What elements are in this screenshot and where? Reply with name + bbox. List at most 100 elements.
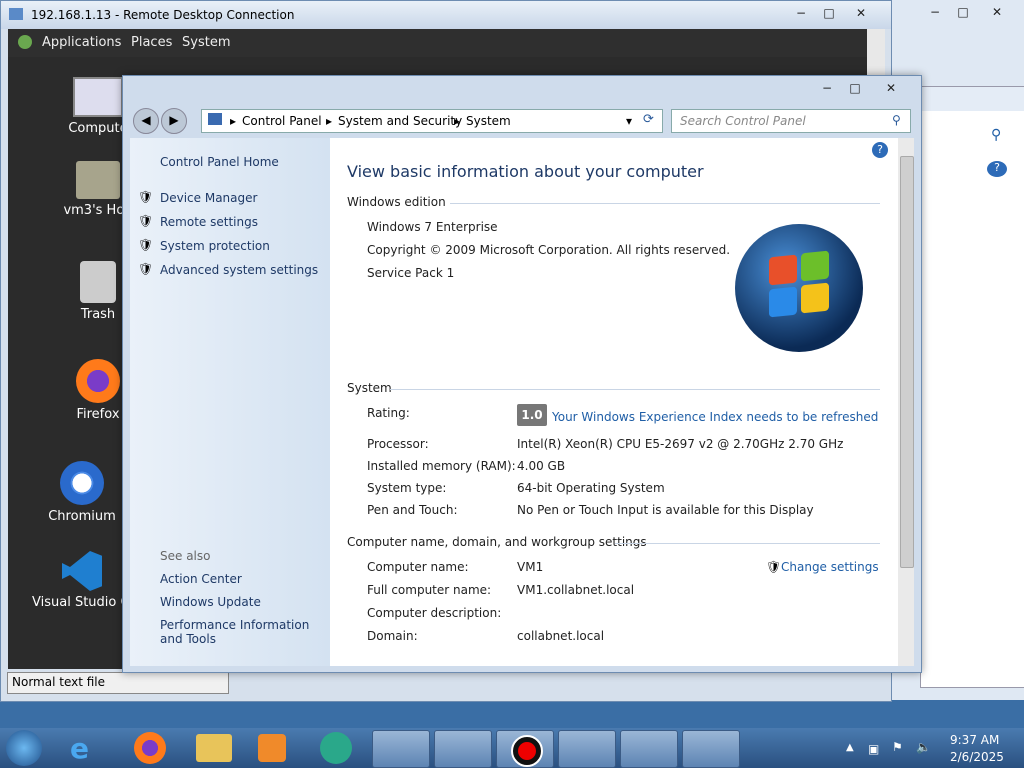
taskbar-record-button[interactable] [496, 730, 554, 768]
menu-applications[interactable]: Applications [42, 35, 121, 50]
rdp-minimize-button[interactable]: − [787, 4, 815, 22]
ram-label: Installed memory (RAM): [367, 459, 516, 473]
domain-value: collabnet.local [517, 629, 605, 643]
action-center-link[interactable]: Action Center [160, 572, 242, 586]
rdp-maximize-button[interactable]: □ [815, 4, 843, 22]
edition-name: Windows 7 Enterprise [367, 220, 498, 234]
network-icon[interactable]: ▣ [868, 742, 879, 756]
full-name-value: VM1.collabnet.local [517, 583, 635, 597]
search-icon[interactable]: ⚲ [991, 127, 1001, 143]
logo-yellow [801, 282, 829, 314]
taskbar-rdp-button[interactable] [372, 730, 430, 768]
description-label: Computer description: [367, 606, 502, 620]
system-protection-link[interactable]: System protection [160, 239, 270, 253]
cp-minimize-button[interactable]: − [813, 79, 841, 97]
left-nav-pane: Control Panel Home 🛡 Device Manager 🛡 Re… [130, 138, 330, 666]
chevron-icon: ▸ [454, 114, 461, 128]
divider [615, 543, 880, 544]
home-folder-icon [76, 161, 120, 199]
windows-logo [735, 224, 863, 352]
main-content: ? View basic information about your comp… [330, 138, 898, 666]
menu-system[interactable]: System [182, 35, 230, 50]
firefox-taskbar-icon[interactable] [134, 732, 166, 764]
editor-statusbar: Normal text file [7, 672, 229, 694]
record-icon [511, 735, 543, 767]
breadcrumb-system[interactable]: System [466, 114, 511, 128]
shield-icon: 🛡 [138, 238, 154, 252]
performance-link[interactable]: Performance Information and Tools [160, 618, 330, 646]
explorer-taskbar-icon[interactable] [196, 734, 232, 762]
cp-close-button[interactable]: ✕ [877, 79, 905, 97]
device-manager-link[interactable]: Device Manager [160, 191, 257, 205]
divider [390, 389, 880, 390]
control-panel-icon [208, 113, 222, 125]
divider [450, 203, 880, 204]
system-type-label: System type: [367, 481, 447, 495]
help-icon[interactable]: ? [987, 161, 1007, 177]
computer-heading: Computer name, domain, and workgroup set… [347, 535, 647, 549]
rating-label: Rating: [367, 406, 410, 420]
pen-touch-label: Pen and Touch: [367, 503, 458, 517]
volume-muted-icon[interactable]: 🔈 [916, 740, 931, 754]
forward-button[interactable]: ▶ [161, 108, 187, 134]
vscode-icon [62, 551, 102, 591]
control-panel-home-link[interactable]: Control Panel Home [160, 155, 279, 169]
desktop-icon-label: Visual Studio Co [32, 595, 138, 610]
trash-icon [80, 261, 116, 303]
taskbar-system-button[interactable] [682, 730, 740, 768]
rating-badge: 1.0 [517, 404, 547, 426]
bg-explorer-titlebar [921, 87, 1024, 111]
processor-label: Processor: [367, 437, 429, 451]
applications-icon [18, 35, 32, 49]
edition-copyright: Copyright © 2009 Microsoft Corporation. … [367, 243, 731, 257]
edition-service-pack: Service Pack 1 [367, 266, 455, 280]
remote-settings-link[interactable]: Remote settings [160, 215, 258, 229]
media-player-icon[interactable] [258, 734, 286, 762]
desktop-icon-chromium[interactable]: Chromium [32, 461, 132, 524]
help-icon[interactable]: ? [872, 142, 888, 158]
shield-icon: 🛡 [138, 262, 154, 276]
computer-icon [73, 77, 123, 117]
ie-icon[interactable]: e [70, 732, 106, 765]
chevron-down-icon[interactable]: ▾ [626, 114, 632, 128]
search-icon[interactable]: ⚲ [892, 113, 901, 127]
refresh-icon[interactable]: ⟳ [643, 112, 654, 127]
search-input[interactable]: Search Control Panel ⚲ [671, 109, 911, 133]
clock-date[interactable]: 2/6/2025 [950, 750, 1004, 764]
bg-maximize-button[interactable]: □ [949, 3, 977, 21]
bg-close-button[interactable]: ✕ [983, 3, 1011, 21]
system-heading: System [347, 381, 392, 395]
menu-places[interactable]: Places [131, 35, 172, 50]
bg-minimize-button[interactable]: − [921, 3, 949, 21]
start-button[interactable] [6, 730, 42, 766]
taskbar-search-button[interactable] [434, 730, 492, 768]
taskbar-control-panel-button[interactable] [620, 730, 678, 768]
address-bar[interactable]: ▸ Control Panel ▸ System and Security ▸ … [201, 109, 663, 133]
rdp-app-icon [9, 8, 23, 20]
scroll-thumb[interactable] [900, 156, 914, 568]
logo-blue [769, 286, 797, 318]
chat-app-icon[interactable] [320, 732, 352, 764]
change-settings-link[interactable]: Change settings [781, 560, 879, 574]
see-also-heading: See also [160, 549, 211, 563]
breadcrumb-system-security[interactable]: System and Security [338, 114, 462, 128]
ram-value: 4.00 GB [517, 459, 566, 473]
breadcrumb-control-panel[interactable]: Control Panel [242, 114, 322, 128]
content-scrollbar[interactable] [898, 138, 914, 666]
desktop-icon-label: Chromium [48, 509, 116, 524]
taskbar-notepad-button[interactable] [558, 730, 616, 768]
windows-update-link[interactable]: Windows Update [160, 595, 261, 609]
desktop-icon-vscode[interactable]: Visual Studio Co [32, 551, 138, 610]
flag-icon[interactable]: ⚑ [892, 740, 903, 754]
rdp-close-button[interactable]: ✕ [847, 4, 875, 22]
experience-index-link[interactable]: Your Windows Experience Index needs to b… [552, 410, 878, 424]
system-type-value: 64-bit Operating System [517, 481, 665, 495]
advanced-settings-link[interactable]: Advanced system settings [160, 263, 318, 277]
cp-maximize-button[interactable]: □ [841, 79, 869, 97]
back-button[interactable]: ◀ [133, 108, 159, 134]
tray-expand-icon[interactable]: ▲ [846, 742, 854, 753]
shield-icon: 🛡 [138, 214, 154, 228]
status-text: Normal text file [12, 675, 106, 689]
clock-time[interactable]: 9:37 AM [950, 733, 999, 747]
cp-titlebar: − □ ✕ [123, 76, 921, 104]
